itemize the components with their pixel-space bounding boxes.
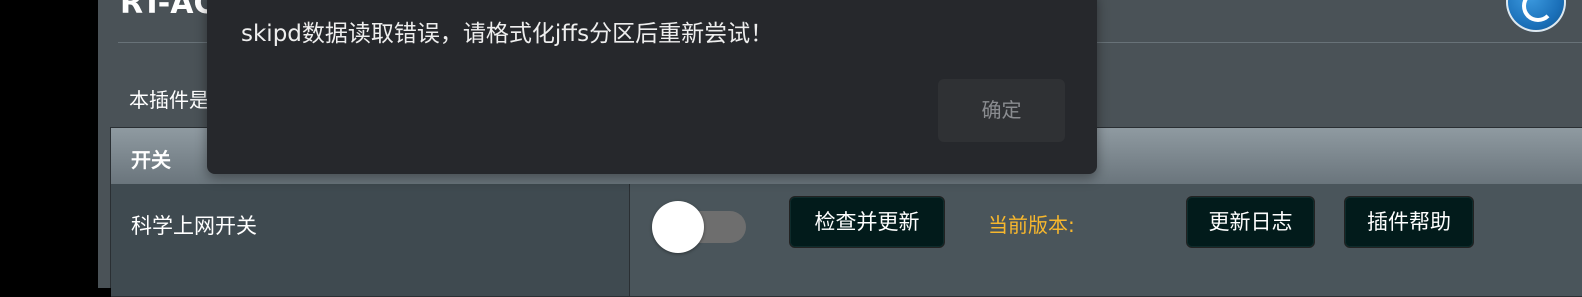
toggle-knob (652, 201, 704, 253)
proxy-switch-label: 科学上网开关 (131, 214, 257, 238)
row-control-cell (630, 266, 1582, 296)
router-title: RT-AC (120, 0, 216, 21)
row-label-cell (111, 266, 630, 296)
confirm-button[interactable]: 确定 (938, 79, 1065, 142)
table-row (111, 266, 1582, 297)
dialog-message: skipd数据读取错误，请格式化jffs分区后重新尝试！ (241, 21, 774, 47)
changelog-button[interactable]: 更新日志 (1186, 196, 1315, 248)
plugin-help-button[interactable]: 插件帮助 (1344, 196, 1474, 248)
table-row: 科学上网开关 检查并更新 当前版本: 更新日志 插件帮助 (111, 184, 1582, 267)
current-version-label: 当前版本: (988, 213, 1075, 237)
error-dialog: skipd数据读取错误，请格式化jffs分区后重新尝试！ 确定 (207, 0, 1097, 174)
plugin-description: 本插件是 (129, 88, 209, 112)
section-header-label: 开关 (131, 148, 171, 172)
proxy-toggle[interactable] (652, 201, 746, 253)
check-update-button[interactable]: 检查并更新 (789, 196, 945, 248)
row-control-cell: 检查并更新 当前版本: 更新日志 插件帮助 (630, 184, 1582, 266)
row-label-cell: 科学上网开关 (111, 184, 630, 266)
